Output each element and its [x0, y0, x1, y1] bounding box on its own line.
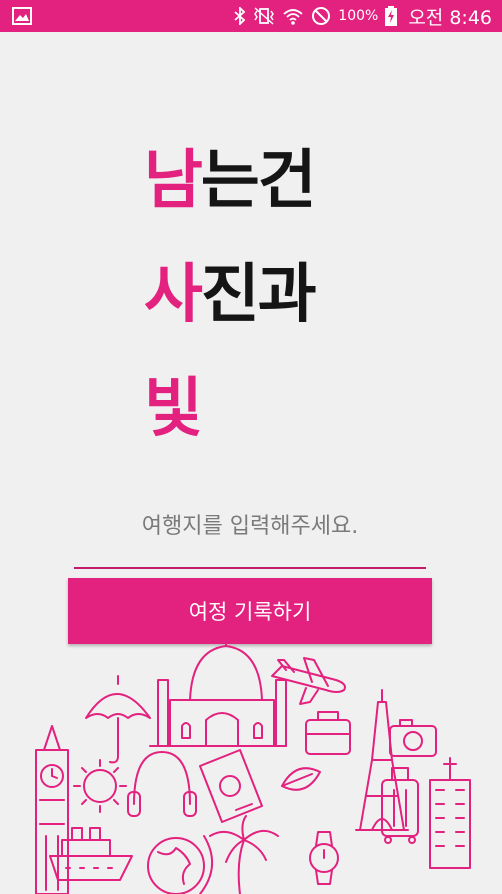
title-accent-char: 남 [144, 144, 203, 218]
travel-doodle-illustration [35, 640, 471, 894]
battery-percent: 100% [338, 8, 379, 24]
clock: 오전 8:46 [408, 6, 492, 29]
vibrate-icon [253, 7, 275, 25]
app-title: 남는건 사진과 빛 [144, 124, 317, 466]
title-row-2: 사진과 [144, 238, 317, 352]
big-ben-icon [35, 725, 69, 894]
wifi-icon [282, 7, 304, 25]
sun-icon [73, 759, 127, 813]
input-underline [74, 567, 426, 569]
globe-icon [147, 835, 214, 894]
destination-input[interactable] [74, 496, 426, 556]
leaf-icon [281, 767, 321, 791]
status-bar: 100% 오전 8:46 [0, 0, 502, 32]
title-accent-char: 사 [144, 258, 203, 332]
camera-icon [389, 719, 437, 757]
passport-icon [199, 749, 263, 823]
title-row-1: 남는건 [144, 124, 317, 238]
title-accent-char: 빛 [144, 372, 203, 446]
headphones-icon [127, 751, 197, 817]
palm-tree-icon [209, 815, 279, 894]
ship-icon [49, 827, 133, 881]
destination-field [74, 496, 426, 570]
do-not-disturb-icon [311, 6, 331, 26]
record-trip-button[interactable]: 여정 기록하기 [68, 578, 432, 644]
bluetooth-icon [234, 7, 246, 25]
watch-icon [309, 831, 339, 885]
building-icon [429, 757, 471, 869]
gallery-notification-icon [12, 7, 32, 25]
title-rest: 는건 [200, 144, 317, 218]
battery-charging-icon [385, 6, 398, 26]
title-rest: 진과 [200, 258, 317, 332]
taj-mahal-icon [149, 640, 287, 747]
title-row-3: 빛 [144, 352, 315, 466]
briefcase-icon [305, 711, 351, 755]
umbrella-icon [85, 675, 151, 764]
